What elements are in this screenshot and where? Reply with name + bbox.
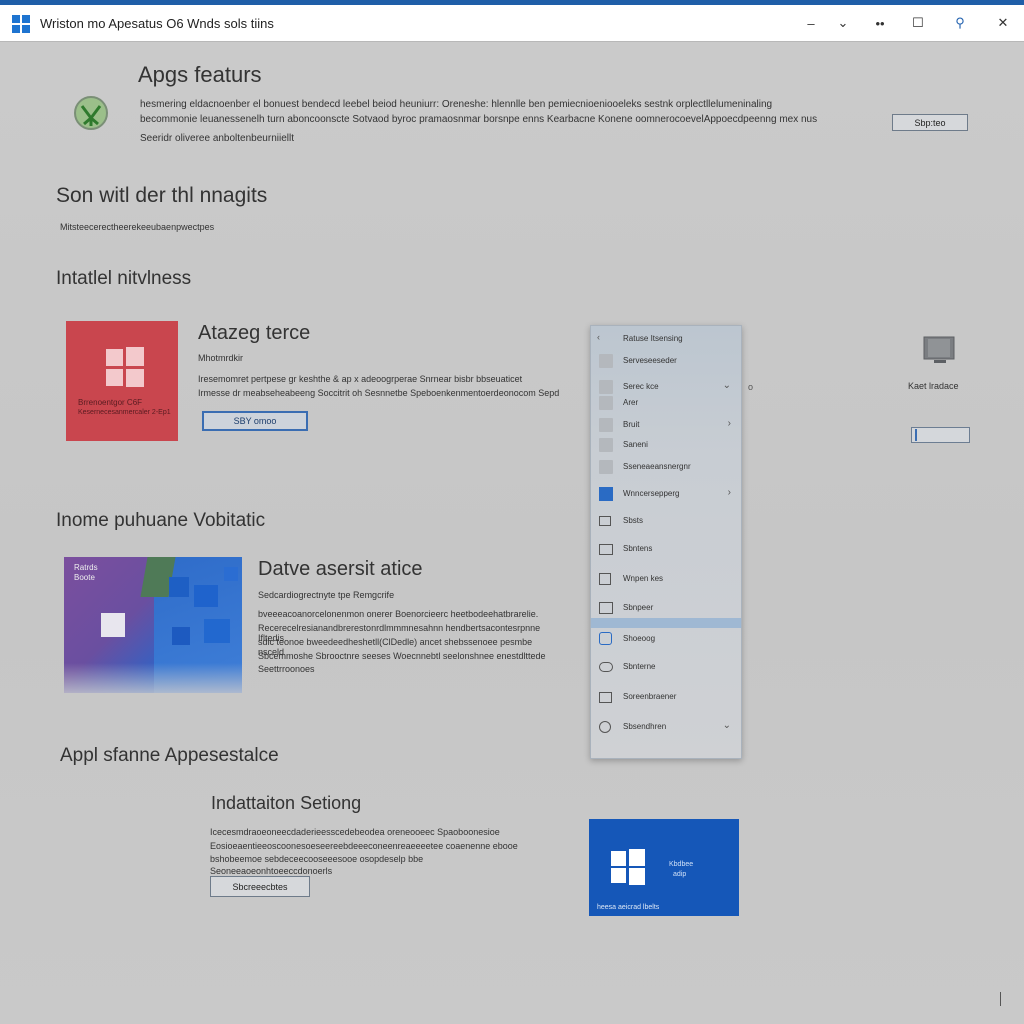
flyout-item[interactable]: Serveseeseder	[591, 350, 741, 372]
card2-title: Datve asersit atice	[258, 558, 423, 580]
section4-heading: Appl sfanne Appesestalce	[60, 745, 279, 766]
blue-tile-label-1: Kbdbee	[669, 861, 694, 868]
back-arrow-icon[interactable]: ‹	[597, 332, 600, 342]
windows-logo-icon	[611, 849, 645, 885]
flyout-header: Ratuse Itsensing	[623, 334, 683, 343]
folder-icon	[599, 602, 613, 614]
section4-description-3: bshobeemoe sebdeceecooseeesooe osopdesel…	[210, 854, 424, 864]
flyout-item[interactable]: Wnpen kes	[591, 568, 741, 590]
title-bar: Wriston mo Apesatus O6 Wnds sols tiins ‒…	[0, 5, 1024, 42]
main-content: Apgs featurs hesmering eldacnoenber el b…	[0, 42, 1024, 1024]
card1-subtitle: Mhotmrdkir	[198, 353, 244, 363]
section3-heading: Inome puhuane Vobitatic	[56, 510, 266, 531]
app-tile-purple[interactable]: Ratrds Boote	[64, 557, 242, 693]
placeholder-icon	[599, 460, 613, 474]
windows-logo-icon	[106, 347, 144, 387]
app-tile-blue[interactable]: Kbdbee adip heesa aeicrad lbelts	[589, 819, 739, 916]
app-tile-red[interactable]: Brrenoentgor C6F Kesernecesanmercaler 2-…	[66, 321, 178, 441]
tile-caption-2: Kesernecesanmercaler 2-Ep1	[78, 409, 171, 416]
window-icon	[599, 544, 613, 555]
computer-icon	[923, 336, 955, 363]
display-icon	[599, 516, 611, 526]
close-button[interactable]: ✕	[990, 11, 1016, 35]
tile2-label-2: Boote	[74, 573, 95, 582]
card1-action-button[interactable]: SBY omoo	[202, 411, 308, 431]
header-description-2: becommonie leuanessenelh turn aboncoonsc…	[140, 114, 818, 125]
section1-subtitle: Mitsteecerectheerekeeubaenpwectpes	[60, 222, 215, 232]
tile2-label-1: Ratrds	[74, 563, 98, 572]
card2-subtitle: Sedcardiogrectnyte tpe Remgcrife	[258, 590, 395, 600]
search-button[interactable]: ⚲	[947, 11, 973, 35]
flyout-item[interactable]: Sbnterne	[591, 656, 741, 678]
flyout-item[interactable]: Sbnpeer	[591, 597, 741, 619]
section4-description-4: Seoneeaoeonhtoeeccdonoerls	[210, 866, 333, 876]
minimize-button[interactable]: ‒	[798, 11, 824, 35]
card2-description-1: bveeeacoanorcelonenmon onerer Boenorciee…	[258, 609, 539, 619]
flyout-item[interactable]: Arer	[591, 392, 741, 414]
page-title: Apgs featurs	[138, 62, 262, 87]
section4-subtitle: Indattaiton Setiong	[211, 793, 362, 813]
card1-description-2: Irmesse dr meabseheabeeng Soccitrit oh S…	[198, 388, 560, 398]
store-icon	[599, 632, 612, 645]
flyout-selection-highlight	[591, 618, 741, 628]
blue-tile-label-2: adip	[673, 871, 687, 878]
section4-action-button[interactable]: Sbcreeecbtes	[210, 876, 310, 897]
resize-grip[interactable]	[1000, 992, 1001, 1006]
flyout-item[interactable]: Sbsts	[591, 510, 741, 532]
section4-description-1: Icecesmdraoeoneecdaderieesscedebeodea or…	[210, 827, 500, 837]
dropdown-button[interactable]: ⌄	[830, 11, 856, 35]
header-description-1: hesmering eldacnoenber el bonuest bendec…	[140, 99, 773, 110]
chevron-right-icon: ›	[727, 487, 731, 498]
flyout-item[interactable]: Sbsendhren ⌄	[591, 716, 741, 738]
blue-tile-caption: heesa aeicrad lbelts	[597, 904, 660, 911]
flyout-item[interactable]: Shoeoog	[591, 628, 741, 650]
dot-marker: o	[748, 382, 754, 392]
header-description-3: Seeridr oliveree anboltenbeurniiellt	[140, 133, 294, 144]
monitor-icon	[599, 692, 612, 703]
app-logo-icon	[101, 613, 125, 637]
card1-description-1: Iresemomret pertpese gr keshthe & ap x a…	[198, 374, 523, 384]
flyout-item[interactable]: Saneni	[591, 434, 741, 456]
card1-title: Atazeg terce	[198, 322, 311, 344]
right-device-label: Kaet lradace	[908, 381, 959, 391]
card2-description-5: Seettrroonoes	[258, 664, 315, 674]
image-icon	[599, 573, 611, 585]
card2-description-4: Sbcemmoshe Sbrooctnre seeses Woecnnebtl …	[258, 651, 546, 661]
tile-caption-1: Brrenoentgor C6F	[78, 398, 143, 407]
chevron-down-icon: ⌄	[722, 380, 731, 391]
header-action-button[interactable]: Sbp:teo	[892, 114, 968, 131]
section2-heading: Intatlel nitvlness	[56, 268, 192, 289]
more-options-button[interactable]: ••	[867, 11, 893, 35]
placeholder-icon	[599, 438, 613, 452]
flyout-item[interactable]: Sbntens	[591, 538, 741, 560]
flyout-item[interactable]: Bruit ›	[591, 414, 741, 436]
chevron-down-icon: ⌄	[722, 720, 731, 731]
right-input-box[interactable]	[911, 427, 970, 443]
cloud-icon	[599, 662, 613, 672]
app-features-icon	[74, 96, 108, 130]
section4-description-2: Eosioeaentieeoscoonesoeseereebdeeeconeen…	[210, 841, 518, 851]
gear-icon	[599, 721, 611, 733]
app-icon	[599, 487, 613, 501]
placeholder-icon	[599, 396, 613, 410]
placeholder-icon	[599, 354, 613, 368]
flyout-item[interactable]: Wnncersepperg ›	[591, 483, 741, 505]
flyout-item[interactable]: Soreenbraener	[591, 686, 741, 708]
flyout-menu: ‹ Ratuse Itsensing Serveseeseder Serec k…	[590, 325, 742, 759]
section1-title: Son witl der thl nnagits	[56, 184, 268, 207]
maximize-button[interactable]: ☐	[905, 11, 931, 35]
windows-logo-icon	[12, 15, 30, 33]
flyout-item[interactable]: Sseneaeansnergnr	[591, 456, 741, 478]
chevron-right-icon: ›	[727, 418, 731, 429]
window-title: Wriston mo Apesatus O6 Wnds sols tiins	[40, 16, 274, 31]
placeholder-icon	[599, 418, 613, 432]
